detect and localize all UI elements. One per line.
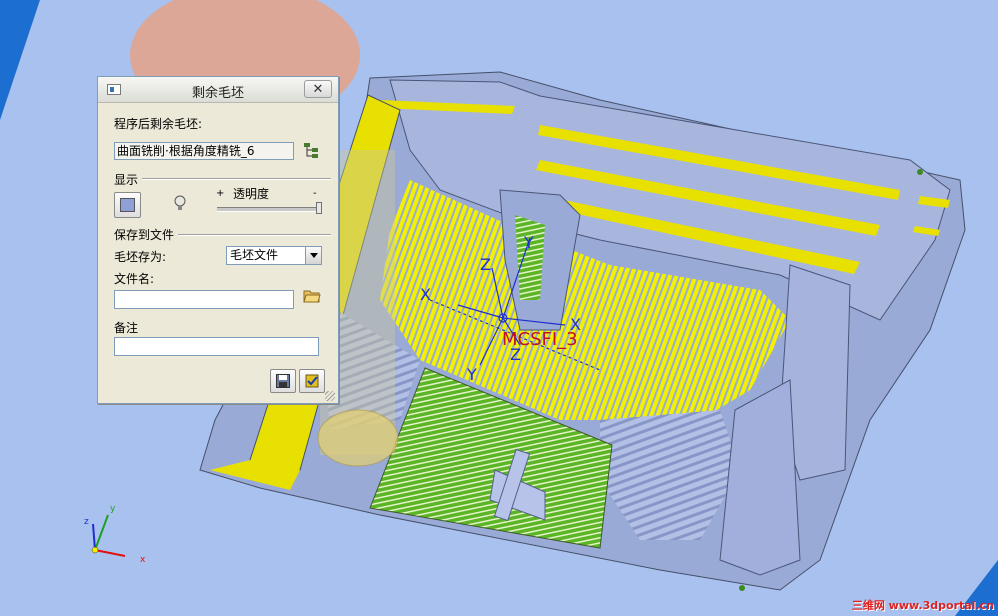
lightbulb-icon[interactable] bbox=[173, 194, 187, 214]
watermark: 三维网 www.3dportal.cn bbox=[851, 599, 994, 612]
display-group-label: 显示 bbox=[114, 173, 139, 187]
dialog-title: 剩余毛坯 bbox=[191, 86, 244, 101]
save-group-label: 保存到文件 bbox=[114, 228, 175, 242]
axis-label-x1: X bbox=[420, 285, 431, 304]
resize-grip[interactable] bbox=[325, 391, 335, 401]
note-label: 备注 bbox=[114, 321, 139, 335]
transparency-plus: + bbox=[216, 188, 225, 199]
save-as-label: 毛坯存为: bbox=[114, 250, 167, 264]
save-as-select[interactable]: 毛坯文件 bbox=[226, 246, 322, 265]
triad-label-z: z bbox=[84, 517, 89, 527]
axis-label-z1: Z bbox=[480, 255, 491, 274]
save-button[interactable] bbox=[270, 369, 296, 393]
tree-select-icon[interactable] bbox=[302, 140, 322, 160]
color-swatch-button[interactable] bbox=[114, 192, 141, 218]
filename-label: 文件名: bbox=[114, 272, 155, 286]
coord-system-label: MCSFI_3 bbox=[502, 329, 578, 350]
transparency-slider-thumb[interactable] bbox=[316, 202, 322, 214]
triad-label-y: y bbox=[110, 504, 116, 514]
display-separator bbox=[142, 178, 331, 180]
axis-label-y1: Y bbox=[523, 233, 534, 252]
transparency-minus: - bbox=[313, 188, 317, 199]
transparency-slider-track[interactable] bbox=[217, 207, 321, 212]
floppy-icon bbox=[276, 374, 290, 391]
axis-label-y2: Y bbox=[466, 365, 477, 384]
dialog-titlebar[interactable]: 剩余毛坯 ✕ bbox=[98, 77, 338, 103]
program-after-field[interactable]: 曲面铣削·根据角度精铣_6 bbox=[114, 142, 294, 160]
save-separator bbox=[178, 234, 331, 236]
folder-open-icon[interactable] bbox=[303, 288, 321, 304]
color-swatch bbox=[120, 198, 135, 212]
chevron-down-icon[interactable] bbox=[305, 247, 321, 264]
save-as-value: 毛坯文件 bbox=[230, 248, 279, 262]
note-input[interactable] bbox=[114, 337, 319, 356]
apply-button[interactable] bbox=[299, 369, 325, 393]
close-button[interactable]: ✕ bbox=[304, 80, 332, 98]
check-icon bbox=[305, 374, 320, 391]
filename-input[interactable] bbox=[114, 290, 294, 309]
transparency-label: 透明度 bbox=[233, 187, 270, 201]
triad-label-x: x bbox=[140, 555, 146, 565]
program-after-label: 程序后剩余毛坯: bbox=[114, 117, 203, 131]
